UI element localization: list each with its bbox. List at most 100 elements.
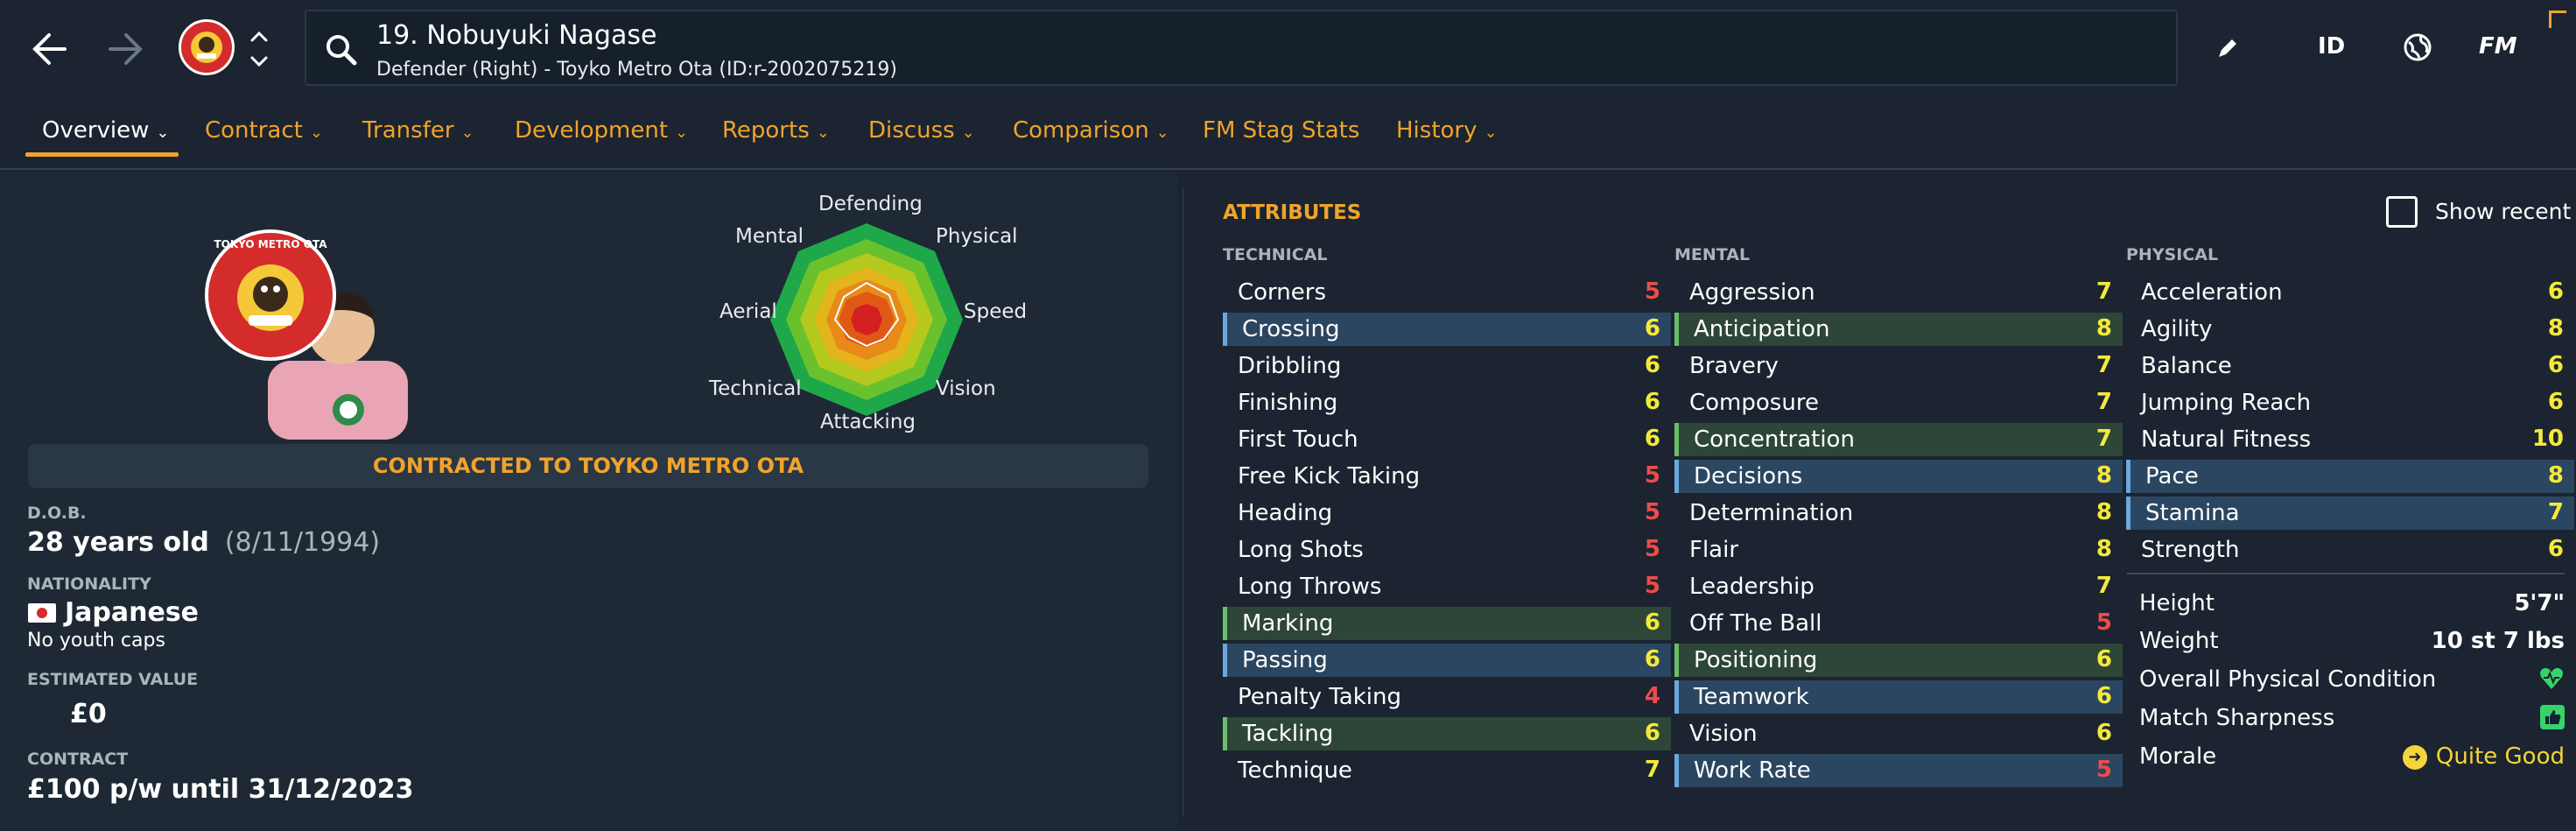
globe-icon[interactable] xyxy=(2402,32,2433,67)
technical-header: TECHNICAL xyxy=(1223,245,1328,264)
attr-row-first-touch[interactable]: First Touch 6 xyxy=(1223,423,1671,456)
attr-value: 8 xyxy=(2547,315,2564,342)
attr-name: Determination xyxy=(1689,500,1854,526)
morale-text: Quite Good xyxy=(2435,743,2565,770)
attr-row-corners[interactable]: Corners 5 xyxy=(1223,276,1671,309)
chevron-down-icon: ⌄ xyxy=(1484,123,1498,142)
attr-value: 10 xyxy=(2531,426,2564,452)
tab-overview[interactable]: Overview ⌄ xyxy=(42,117,170,144)
attr-name: Corners xyxy=(1238,279,1327,306)
weight-label: Weight xyxy=(2139,628,2219,654)
attr-row-agility[interactable]: Agility 8 xyxy=(2126,313,2574,346)
attr-row-positioning[interactable]: Positioning 6 xyxy=(1674,644,2123,677)
player-switch-icon[interactable] xyxy=(249,26,270,72)
attr-row-flair[interactable]: Flair 8 xyxy=(1674,533,2123,567)
attr-name: First Touch xyxy=(1238,426,1358,453)
attr-name: Decisions xyxy=(1694,463,1803,489)
morale-row[interactable]: Morale ➜ Quite Good xyxy=(2139,740,2565,775)
attr-row-anticipation[interactable]: Anticipation 8 xyxy=(1674,313,2123,346)
attr-row-marking[interactable]: Marking 6 xyxy=(1223,607,1671,640)
attr-row-tackling[interactable]: Tackling 6 xyxy=(1223,717,1671,750)
attr-value: 6 xyxy=(1644,389,1660,415)
attr-row-penalty-taking[interactable]: Penalty Taking 4 xyxy=(1223,680,1671,714)
attr-row-aggression[interactable]: Aggression 7 xyxy=(1674,276,2123,309)
attr-row-bravery[interactable]: Bravery 7 xyxy=(1674,349,2123,383)
id-button[interactable]: ID xyxy=(2318,33,2345,60)
attr-name: Long Shots xyxy=(1238,537,1364,563)
chevron-down-icon: ⌄ xyxy=(156,123,170,142)
attr-row-concentration[interactable]: Concentration 7 xyxy=(1674,423,2123,456)
tab-history[interactable]: History ⌄ xyxy=(1396,117,1498,144)
attr-row-determination[interactable]: Determination 8 xyxy=(1674,496,2123,530)
attr-value: 7 xyxy=(2547,499,2564,525)
height-label: Height xyxy=(2139,590,2215,616)
attr-row-crossing[interactable]: Crossing 6 xyxy=(1223,313,1671,346)
attr-row-dribbling[interactable]: Dribbling 6 xyxy=(1223,349,1671,383)
attr-name: Work Rate xyxy=(1694,757,1811,784)
attr-row-vision[interactable]: Vision 6 xyxy=(1674,717,2123,750)
search-icon[interactable] xyxy=(324,32,359,71)
tab-fm-stag-stats[interactable]: FM Stag Stats xyxy=(1203,117,1359,144)
attr-name: Natural Fitness xyxy=(2141,426,2312,453)
tab-label: Comparison xyxy=(1013,117,1149,144)
attr-row-finishing[interactable]: Finishing 6 xyxy=(1223,386,1671,419)
nationality-value[interactable]: Japanese xyxy=(65,597,199,628)
active-tab-underline xyxy=(25,152,179,157)
attr-row-pace[interactable]: Pace 8 xyxy=(2126,460,2574,493)
show-recent-checkbox[interactable] xyxy=(2386,196,2418,228)
tab-label: Overview xyxy=(42,117,150,144)
attr-row-jumping-reach[interactable]: Jumping Reach 6 xyxy=(2126,386,2574,419)
attr-row-free-kick-taking[interactable]: Free Kick Taking 5 xyxy=(1223,460,1671,493)
tab-transfer[interactable]: Transfer ⌄ xyxy=(362,117,474,144)
attr-value: 6 xyxy=(1644,426,1660,452)
attr-row-heading[interactable]: Heading 5 xyxy=(1223,496,1671,530)
attr-row-technique[interactable]: Technique 7 xyxy=(1223,754,1671,787)
contracted-banner: CONTRACTED TO TOYKO METRO OTA xyxy=(28,444,1148,488)
radar-label-attacking: Attacking xyxy=(820,411,916,433)
player-subtitle: Defender (Right) - Toyko Metro Ota (ID:r… xyxy=(376,59,897,81)
back-arrow-icon[interactable] xyxy=(23,23,75,75)
attr-value: 6 xyxy=(2547,352,2564,378)
top-bar: 19. Nobuyuki Nagase Defender (Right) - T… xyxy=(0,0,2576,98)
tab-discuss[interactable]: Discuss ⌄ xyxy=(868,117,975,144)
physical-condition-row[interactable]: Overall Physical Condition xyxy=(2139,663,2565,698)
pencil-icon[interactable] xyxy=(2215,35,2241,65)
attr-row-balance[interactable]: Balance 6 xyxy=(2126,349,2574,383)
age-text: 28 years old xyxy=(27,527,209,558)
fm-button[interactable]: FM xyxy=(2479,33,2517,60)
tab-comparison[interactable]: Comparison ⌄ xyxy=(1013,117,1169,144)
player-search-box[interactable]: 19. Nobuyuki Nagase Defender (Right) - T… xyxy=(305,10,2178,86)
morale-value: ➜ Quite Good xyxy=(2402,743,2565,770)
attr-row-acceleration[interactable]: Acceleration 6 xyxy=(2126,276,2574,309)
attr-row-natural-fitness[interactable]: Natural Fitness 10 xyxy=(2126,423,2574,456)
attr-row-stamina[interactable]: Stamina 7 xyxy=(2126,496,2574,530)
attr-row-long-shots[interactable]: Long Shots 5 xyxy=(1223,533,1671,567)
attr-row-teamwork[interactable]: Teamwork 6 xyxy=(1674,680,2123,714)
attr-name: Pace xyxy=(2145,463,2199,489)
radar-label-mental: Mental xyxy=(735,225,804,248)
attr-row-off-the-ball[interactable]: Off The Ball 5 xyxy=(1674,607,2123,640)
attr-row-work-rate[interactable]: Work Rate 5 xyxy=(1674,754,2123,787)
attr-row-leadership[interactable]: Leadership 7 xyxy=(1674,570,2123,603)
chevron-down-icon: ⌄ xyxy=(675,123,689,142)
attr-name: Acceleration xyxy=(2141,279,2283,306)
attr-row-passing[interactable]: Passing 6 xyxy=(1223,644,1671,677)
attr-value: 6 xyxy=(1644,315,1660,342)
attr-value: 6 xyxy=(1644,609,1660,636)
attr-row-long-throws[interactable]: Long Throws 5 xyxy=(1223,570,1671,603)
attr-row-composure[interactable]: Composure 7 xyxy=(1674,386,2123,419)
show-recent-label[interactable]: Show recent xyxy=(2435,199,2571,224)
attr-row-strength[interactable]: Strength 6 xyxy=(2126,533,2574,567)
attr-value: 6 xyxy=(2095,646,2112,673)
tab-label: Development xyxy=(515,117,669,144)
attr-value: 5 xyxy=(1644,278,1660,305)
attr-name: Balance xyxy=(2141,353,2232,379)
tab-contract[interactable]: Contract ⌄ xyxy=(205,117,323,144)
match-sharpness-row[interactable]: Match Sharpness xyxy=(2139,701,2565,736)
forward-arrow-icon[interactable] xyxy=(100,23,152,75)
tab-reports[interactable]: Reports ⌄ xyxy=(722,117,830,144)
age-value: 28 years old (8/11/1994) xyxy=(27,527,380,558)
tab-development[interactable]: Development ⌄ xyxy=(515,117,688,144)
radar-label-aerial: Aerial xyxy=(719,300,777,323)
attr-row-decisions[interactable]: Decisions 8 xyxy=(1674,460,2123,493)
